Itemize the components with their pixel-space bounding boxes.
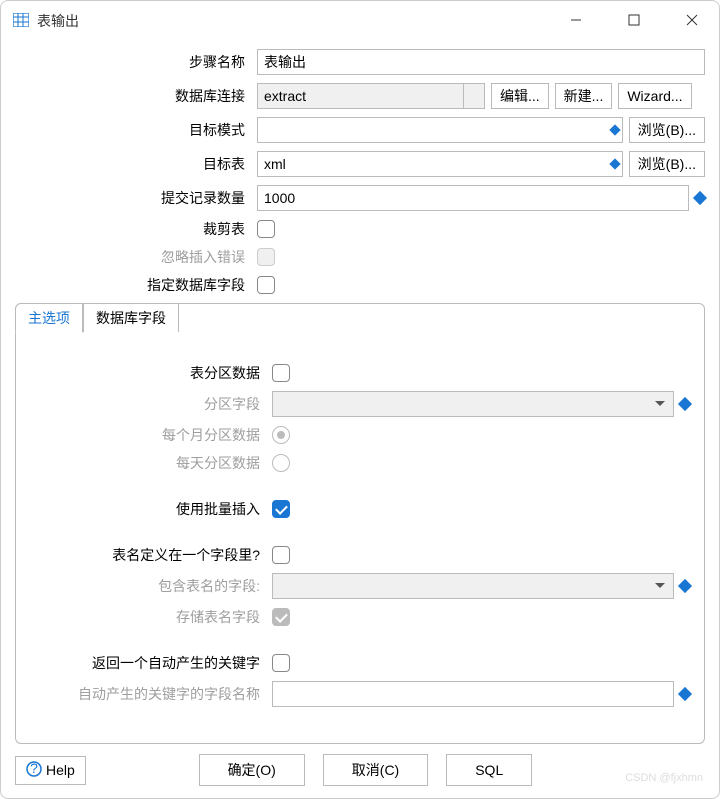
truncate-label: 裁剪表 [15, 219, 251, 239]
daily-partition-radio [272, 454, 290, 472]
variable-icon [680, 581, 690, 591]
minimize-button[interactable] [561, 13, 591, 30]
svg-text:?: ? [30, 761, 38, 776]
variable-icon [680, 689, 690, 699]
target-schema-label: 目标模式 [15, 120, 251, 140]
fieldname-contains-table-label: 包含表名的字段: [30, 576, 266, 596]
step-name-input[interactable] [257, 49, 705, 75]
partition-field-label: 分区字段 [30, 394, 266, 414]
tabs-container: 主选项 数据库字段 表分区数据 分区字段 每个月分区数据 [15, 303, 705, 744]
tablename-in-field-label: 表名定义在一个字段里? [30, 545, 266, 565]
dialog-footer: ? Help 确定(O) 取消(C) SQL [1, 744, 719, 798]
form-content: 步骤名称 数据库连接 编辑... 新建... Wizard... 目标模式 浏览… [1, 41, 719, 744]
variable-icon [695, 193, 705, 203]
ok-button[interactable]: 确定(O) [199, 754, 305, 786]
tab-main[interactable]: 主选项 [15, 303, 83, 333]
partition-data-checkbox[interactable] [272, 364, 290, 382]
sql-button[interactable]: SQL [446, 754, 532, 786]
wizard-button[interactable]: Wizard... [618, 83, 691, 109]
monthly-partition-radio [272, 426, 290, 444]
db-connection-dropdown-button[interactable] [463, 83, 485, 109]
return-keys-checkbox[interactable] [272, 654, 290, 672]
tab-body: 表分区数据 分区字段 每个月分区数据 每天分区数据 使用批 [16, 333, 704, 743]
commit-size-input[interactable] [257, 185, 689, 211]
autokeys-fieldname-input [272, 681, 674, 707]
partition-data-label: 表分区数据 [30, 363, 266, 383]
specify-fields-checkbox[interactable] [257, 276, 275, 294]
db-connection-label: 数据库连接 [15, 86, 251, 106]
ignore-errors-label: 忽略插入错误 [15, 247, 251, 267]
cancel-button[interactable]: 取消(C) [323, 754, 428, 786]
help-icon: ? [26, 761, 42, 780]
batch-insert-label: 使用批量插入 [30, 499, 266, 519]
step-name-label: 步骤名称 [15, 52, 251, 72]
daily-partition-label: 每天分区数据 [30, 453, 266, 473]
new-connection-button[interactable]: 新建... [555, 83, 613, 109]
target-schema-input[interactable] [257, 117, 623, 143]
window-title: 表输出 [37, 11, 561, 31]
help-button[interactable]: ? Help [15, 756, 86, 785]
dialog-window: 表输出 步骤名称 数据库连接 编辑... 新建... W [0, 0, 720, 799]
autokeys-fieldname-label: 自动产生的关键字的字段名称 [30, 684, 266, 704]
help-label: Help [46, 762, 75, 778]
target-table-label: 目标表 [15, 154, 251, 174]
variable-icon [680, 399, 690, 409]
truncate-checkbox[interactable] [257, 220, 275, 238]
specify-fields-label: 指定数据库字段 [15, 275, 251, 295]
fieldname-contains-table-select [272, 573, 674, 599]
target-table-input[interactable] [257, 151, 623, 177]
store-tablename-label: 存储表名字段 [30, 607, 266, 627]
table-output-icon [13, 13, 29, 30]
partition-field-select [272, 391, 674, 417]
browse-table-button[interactable]: 浏览(B)... [629, 151, 705, 177]
edit-connection-button[interactable]: 编辑... [491, 83, 549, 109]
commit-size-label: 提交记录数量 [15, 188, 251, 208]
return-keys-label: 返回一个自动产生的关键字 [30, 653, 266, 673]
close-button[interactable] [677, 13, 707, 30]
db-connection-select[interactable] [257, 83, 463, 109]
browse-schema-button[interactable]: 浏览(B)... [629, 117, 705, 143]
store-tablename-checkbox [272, 608, 290, 626]
batch-insert-checkbox[interactable] [272, 500, 290, 518]
tab-database-fields[interactable]: 数据库字段 [83, 303, 179, 332]
ignore-errors-checkbox [257, 248, 275, 266]
titlebar: 表输出 [1, 1, 719, 41]
maximize-button[interactable] [619, 13, 649, 30]
tablename-in-field-checkbox[interactable] [272, 546, 290, 564]
monthly-partition-label: 每个月分区数据 [30, 425, 266, 445]
